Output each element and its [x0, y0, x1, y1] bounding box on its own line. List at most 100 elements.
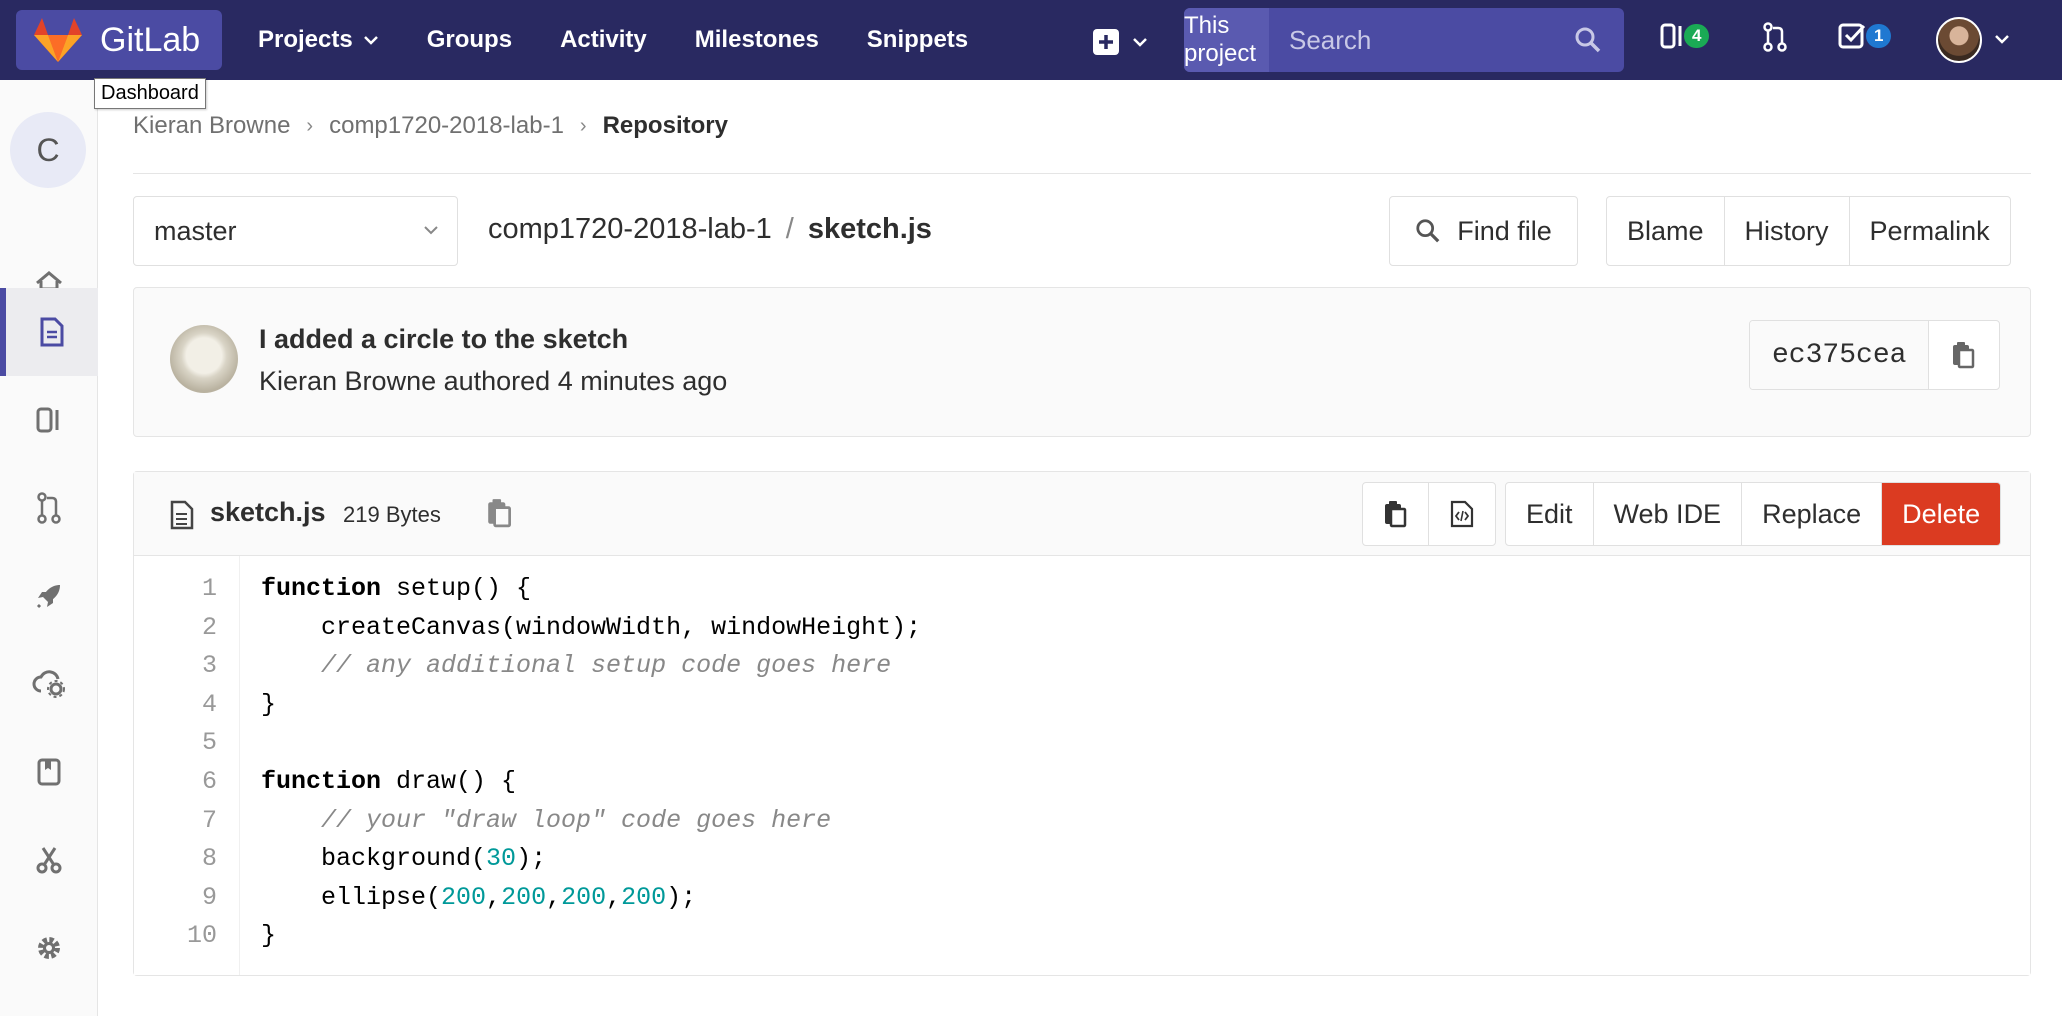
breadcrumb-current[interactable]: Repository: [603, 112, 728, 140]
brand-name: GitLab: [100, 20, 201, 59]
line-number[interactable]: 8: [202, 844, 217, 873]
code-token: ,: [486, 882, 502, 912]
line-number[interactable]: 7: [202, 806, 217, 835]
cloud-gear-icon: [32, 670, 65, 698]
file-name: sketch.js: [210, 497, 326, 527]
sidebar-item-snippets[interactable]: [0, 816, 98, 904]
line-number[interactable]: 5: [202, 728, 217, 757]
breadcrumb-user[interactable]: Kieran Browne: [133, 112, 290, 140]
code-token: setup() {: [381, 574, 532, 603]
scissors-icon: [36, 847, 62, 874]
code-token: 200: [441, 882, 487, 912]
permalink-button[interactable]: Permalink: [1850, 197, 2010, 265]
search-input[interactable]: [1269, 8, 1624, 72]
sidebar-item-merge-requests[interactable]: [0, 464, 98, 552]
line-number[interactable]: 6: [202, 767, 217, 796]
commit-sha[interactable]: ec375cea: [1750, 321, 1930, 389]
line-number[interactable]: 3: [202, 651, 217, 680]
code-line: }: [261, 921, 276, 950]
path-project-link[interactable]: comp1720-2018-lab-1: [488, 213, 772, 246]
code-token: // any additional setup code goes here: [261, 651, 892, 681]
edit-button[interactable]: Edit: [1506, 483, 1594, 545]
chevron-right-icon: ›: [579, 114, 587, 137]
line-number[interactable]: 4: [202, 690, 217, 719]
open-raw-button[interactable]: [1429, 483, 1495, 545]
nav-groups[interactable]: Groups: [427, 26, 512, 54]
merge-requests-link[interactable]: [1762, 22, 1788, 52]
sidebar-item-settings[interactable]: [0, 904, 98, 992]
line-number[interactable]: 9: [202, 883, 217, 912]
chevron-down-icon[interactable]: [1994, 34, 2010, 44]
issues-icon: [36, 407, 59, 433]
user-avatar[interactable]: [1936, 17, 1982, 63]
search-scope-badge[interactable]: This project: [1184, 8, 1269, 72]
new-dropdown-button[interactable]: [1092, 28, 1148, 56]
last-commit-panel: I added a circle to the sketch Kieran Br…: [133, 287, 2031, 437]
web-ide-button[interactable]: Web IDE: [1594, 483, 1743, 545]
find-file-button[interactable]: Find file: [1389, 196, 1578, 266]
clipboard-icon[interactable]: [486, 498, 514, 528]
nav-snippets[interactable]: Snippets: [867, 26, 968, 54]
code-line: }: [261, 690, 276, 719]
code-line: ellipse(200,200,200,200);: [261, 883, 696, 912]
code-token: ,: [606, 882, 622, 912]
code-token: 30: [486, 844, 517, 874]
code-token: 200: [501, 882, 547, 912]
file-history-buttons: Blame History Permalink: [1606, 196, 2011, 266]
code-token: function: [261, 767, 382, 796]
copy-source-button[interactable]: [1363, 483, 1429, 545]
file-action-buttons: Edit Web IDE Replace Delete: [1505, 482, 2002, 546]
code-token: background(: [261, 844, 487, 874]
code-token: }: [261, 921, 277, 951]
copy-sha-button[interactable]: [1929, 321, 1999, 389]
code-token: ,: [546, 882, 562, 912]
sidebar-item-ci-cd[interactable]: [0, 552, 98, 640]
branch-select[interactable]: master: [133, 196, 458, 266]
breadcrumb-project[interactable]: comp1720-2018-lab-1: [329, 112, 564, 140]
blame-button[interactable]: Blame: [1607, 197, 1725, 265]
nav-activity[interactable]: Activity: [560, 26, 647, 54]
code-token: );: [666, 882, 697, 912]
code-view: 1 2 3 4 5 6 7 8 9 10 function setup() { createCan…: [134, 556, 2030, 975]
nav-projects[interactable]: Projects: [258, 26, 379, 54]
line-number[interactable]: 2: [202, 613, 217, 642]
issues-count-badge: 4: [1684, 24, 1710, 48]
todos-count-badge: 1: [1866, 24, 1892, 48]
replace-button[interactable]: Replace: [1742, 483, 1883, 545]
line-number[interactable]: 1: [202, 574, 217, 603]
merge-request-icon: [37, 492, 61, 524]
sidebar-item-wiki[interactable]: [0, 728, 98, 816]
merge-request-icon: [1763, 22, 1787, 52]
todos-link[interactable]: 1: [1838, 22, 1892, 50]
code-token: }: [261, 689, 277, 719]
code-token: function: [261, 574, 382, 603]
chevron-down-icon: [363, 36, 378, 45]
divider: [133, 173, 2031, 174]
sidebar-item-repository[interactable]: [0, 288, 98, 376]
code-token: ellipse(: [261, 882, 442, 912]
gear-icon: [38, 937, 60, 959]
project-sidebar: C: [0, 80, 98, 1016]
project-avatar[interactable]: C: [10, 112, 86, 188]
line-number[interactable]: 10: [187, 921, 217, 950]
nav-milestones[interactable]: Milestones: [695, 26, 819, 54]
commit-meta: Kieran Browne authored 4 minutes ago: [259, 366, 728, 396]
gitlab-home-link[interactable]: GitLab: [16, 10, 222, 70]
chevron-down-icon: [424, 226, 438, 235]
delete-button[interactable]: Delete: [1882, 483, 2001, 545]
breadcrumb: Kieran Browne › comp1720-2018-lab-1 › Re…: [133, 112, 728, 140]
clipboard-icon: [1953, 342, 1975, 369]
dashboard-tooltip: Dashboard: [94, 78, 206, 109]
sidebar-item-issues[interactable]: [0, 376, 98, 464]
commit-author-avatar[interactable]: [170, 325, 238, 393]
history-button[interactable]: History: [1725, 197, 1850, 265]
commit-title[interactable]: I added a circle to the sketch: [259, 324, 628, 355]
chevron-right-icon: ›: [306, 114, 314, 137]
issues-link[interactable]: 4: [1660, 22, 1710, 50]
code-token: 200: [561, 882, 607, 912]
code-token: // your "draw loop" code goes here: [261, 805, 832, 835]
code-line: function setup() {: [261, 574, 531, 603]
rocket-icon: [36, 585, 60, 609]
issues-icon: [1660, 23, 1682, 49]
sidebar-item-operations[interactable]: [0, 640, 98, 728]
